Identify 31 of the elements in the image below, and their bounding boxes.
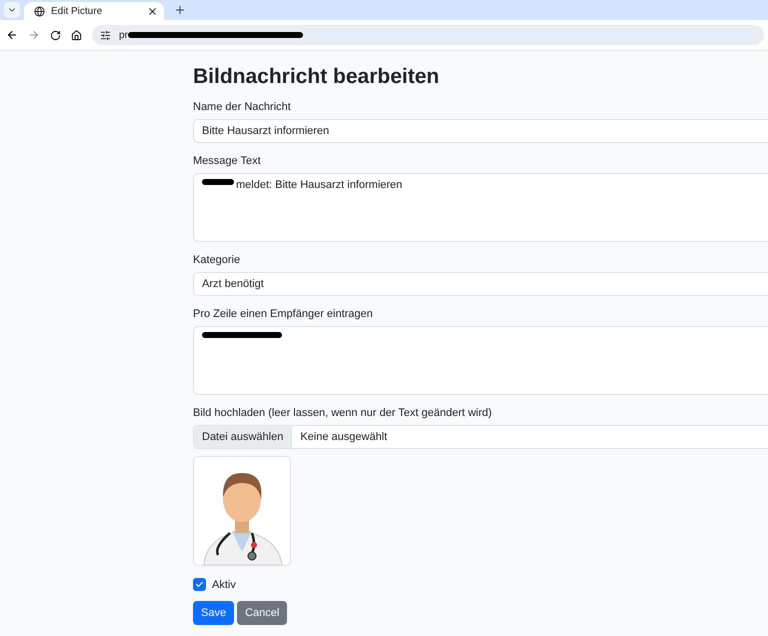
forward-icon[interactable] <box>28 29 40 41</box>
field-label: Pro Zeile einen Empfänger eintragen <box>193 308 374 320</box>
browser-tab[interactable]: Edit Picture <box>24 2 164 20</box>
field-label: Message Text <box>193 155 262 167</box>
cancel-button[interactable]: Cancel <box>237 601 288 625</box>
checkbox[interactable] <box>193 578 206 591</box>
choose-file-button[interactable]: Datei auswählen <box>194 426 292 448</box>
checkbox-label: Aktiv <box>212 578 236 590</box>
text-area[interactable]: meldet: Bitte Hausarzt informieren <box>193 173 768 242</box>
url-text: pr <box>119 30 128 40</box>
close-icon[interactable] <box>147 6 158 16</box>
text-field[interactable]: Bitte Hausarzt informieren <box>193 119 768 143</box>
site-settings-icon[interactable] <box>100 30 111 40</box>
home-icon[interactable] <box>71 30 82 40</box>
dropdown[interactable]: Arzt benötigt <box>193 272 768 296</box>
field-label: Name der Nachricht <box>193 101 292 113</box>
field-label: Kategorie <box>193 254 242 266</box>
reload-icon[interactable] <box>50 30 61 40</box>
file-status: Keine ausgewählt <box>299 430 388 445</box>
tab-menu-caret-icon[interactable] <box>4 2 20 18</box>
new-tab-icon[interactable] <box>174 4 186 16</box>
globe-icon <box>34 6 45 16</box>
file-field[interactable]: Datei auswählen Keine ausgewählt <box>193 425 768 449</box>
page-title: Bildnachricht bearbeiten <box>193 65 440 89</box>
address-bar[interactable]: pr <box>92 25 764 45</box>
field-label: Bild hochladen (leer lassen, wenn nur der Text geändert wird) <box>193 407 493 419</box>
tab-title: Edit Picture <box>51 6 104 16</box>
text-area-text: meldet: Bitte Hausarzt informieren <box>236 179 402 191</box>
check-icon <box>195 580 204 589</box>
save-button[interactable]: Save <box>193 601 234 625</box>
back-icon[interactable] <box>6 29 18 41</box>
